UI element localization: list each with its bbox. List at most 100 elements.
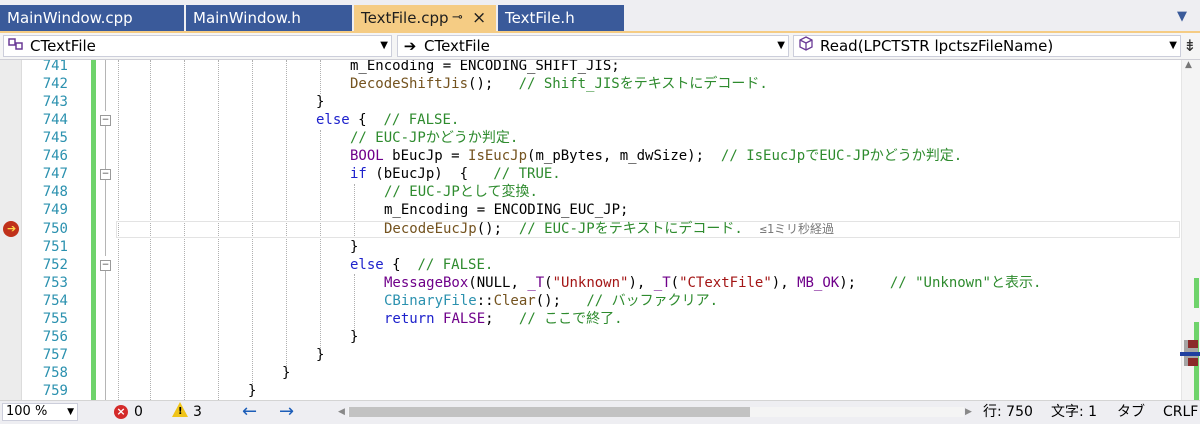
navigate-forward-icon[interactable]: →: [279, 401, 294, 423]
function-name: DecodeEucJp: [384, 221, 477, 237]
string-literal: "CTextFile": [679, 275, 772, 291]
tab-mainwindow-cpp[interactable]: MainWindow.cpp: [0, 5, 184, 31]
tab-textfile-cpp[interactable]: TextFile.cpp ⊸ ×: [354, 5, 496, 31]
outline-line: [105, 126, 106, 256]
function-name: DecodeShiftJis: [350, 76, 469, 92]
scroll-left-icon[interactable]: ◀: [338, 401, 345, 423]
change-tracking-bar: [91, 60, 96, 400]
code-line-749[interactable]: m_Encoding = ENCODING_EUC_JP;: [384, 201, 628, 219]
code-text: {: [349, 112, 384, 128]
keyword: if: [350, 166, 367, 182]
code-line-742[interactable]: DecodeShiftJis(); // Shift_JISをテキストにデコード…: [350, 75, 768, 93]
scroll-up-icon[interactable]: ▲: [1185, 60, 1192, 70]
arrow-right-icon: ➔: [403, 37, 417, 55]
scope-dropdown[interactable]: ➔ CTextFile ▼: [397, 35, 789, 57]
vertical-scrollbar[interactable]: ▲: [1180, 60, 1200, 400]
line-number: 753: [42, 275, 68, 291]
code-line-748[interactable]: // EUC-JPとして変換.: [384, 183, 538, 201]
line-number: 755: [42, 311, 68, 327]
line-ending[interactable]: CRLF: [1163, 401, 1198, 423]
code-line-757[interactable]: }: [316, 346, 324, 364]
code-line-752[interactable]: else { // FALSE.: [350, 256, 493, 274]
line-number: 741: [42, 60, 68, 74]
macro: _T: [653, 275, 671, 291]
code-comment: // バッファクリア.: [586, 293, 719, 309]
breakpoint-marker: [1188, 358, 1198, 366]
code-text: }: [350, 329, 359, 345]
code-line-745[interactable]: // EUC-JPかどうか判定.: [350, 129, 518, 147]
code-comment: // Shift_JISをテキストにデコード.: [518, 76, 768, 92]
code-line-754[interactable]: CBinaryFile::Clear(); // バッファクリア.: [384, 292, 718, 310]
line-number: 756: [42, 329, 68, 345]
code-comment: // ここで終了.: [518, 311, 623, 327]
code-text: bEucJp =: [383, 148, 469, 164]
collapse-icon[interactable]: −: [100, 115, 111, 126]
line-number: 747: [42, 166, 68, 182]
code-line-753[interactable]: MessageBox(NULL, _T("Unknown"), _T("CTex…: [384, 274, 1041, 292]
editor-status-bar: 100 % ▼ × 0 ! 3 ← → ◀ ▶ 行: 750 文字: 1 タブ …: [0, 400, 1200, 424]
collapse-icon[interactable]: −: [100, 260, 111, 271]
code-line-759[interactable]: }: [248, 382, 256, 400]
split-icon[interactable]: ⇟: [1182, 37, 1198, 55]
breakpoint-marker: [1188, 340, 1198, 348]
code-text: }: [350, 239, 359, 255]
horizontal-scrollbar-thumb[interactable]: [349, 407, 750, 417]
method-cube-icon: [798, 36, 814, 56]
close-icon[interactable]: ×: [472, 5, 486, 31]
indent-guide: [354, 274, 355, 330]
zoom-dropdown[interactable]: 100 % ▼: [2, 403, 78, 421]
line-indicator[interactable]: 行: 750: [983, 401, 1033, 423]
tab-overflow-dropdown-icon[interactable]: ▼: [1174, 7, 1190, 27]
macro: BOOL: [350, 148, 384, 164]
indent-guide: [320, 60, 321, 94]
code-text: (: [544, 275, 553, 291]
string-literal: "Unknown": [552, 275, 629, 291]
line-number: 751: [42, 239, 68, 255]
code-line-747[interactable]: if (bEucJp) { // TRUE.: [350, 165, 561, 183]
function-name: Clear: [493, 293, 536, 309]
code-editor[interactable]: ➔ 741 742 743 744 745 746 747 748 749 75…: [0, 60, 1200, 400]
function-name: IsEucJp: [468, 148, 528, 164]
error-icon[interactable]: ×: [114, 405, 128, 419]
code-text: (m_pBytes, m_dwSize);: [527, 148, 721, 164]
warning-exclamation: !: [178, 406, 183, 417]
warning-count[interactable]: 3: [193, 401, 202, 423]
code-line-743[interactable]: }: [316, 93, 324, 111]
line-number: 744: [42, 112, 68, 128]
zoom-level: 100 %: [6, 404, 48, 419]
code-line-744[interactable]: else { // FALSE.: [316, 111, 459, 129]
collapse-icon[interactable]: −: [100, 169, 111, 180]
code-text: ::: [476, 293, 494, 309]
code-text: ();: [468, 76, 519, 92]
member-dropdown[interactable]: Read(LPCTSTR lpctszFileName) ▼: [793, 35, 1181, 57]
pin-icon[interactable]: ⊸: [452, 5, 463, 31]
perf-tip[interactable]: ≤1ミリ秒経過: [760, 222, 834, 236]
indent-mode[interactable]: タブ: [1117, 401, 1145, 423]
indicator-margin[interactable]: ➔: [0, 60, 22, 400]
code-text: ;: [485, 311, 519, 327]
code-line-750[interactable]: DecodeEucJp(); // EUC-JPをテキストにデコード. ≤1ミリ…: [384, 220, 834, 238]
error-count[interactable]: 0: [134, 401, 143, 423]
navigate-back-icon[interactable]: ←: [242, 401, 257, 423]
tab-label: MainWindow.cpp: [7, 9, 133, 27]
current-statement-breakpoint-icon[interactable]: ➔: [3, 221, 19, 237]
navigation-bar: CTextFile ▼ ➔ CTextFile ▼ Read(LPCTSTR l…: [0, 33, 1200, 60]
tab-mainwindow-h[interactable]: MainWindow.h: [186, 5, 352, 31]
line-number: 754: [42, 293, 68, 309]
column-indicator[interactable]: 文字: 1: [1051, 401, 1097, 423]
code-text: }: [316, 347, 325, 363]
member-label: Read(LPCTSTR lpctszFileName): [820, 37, 1054, 55]
macro: MessageBox: [384, 275, 469, 291]
scroll-right-icon[interactable]: ▶: [965, 401, 972, 423]
code-line-746[interactable]: BOOL bEucJp = IsEucJp(m_pBytes, m_dwSize…: [350, 147, 962, 165]
code-line-758[interactable]: }: [282, 364, 290, 382]
class-icon: [8, 36, 24, 56]
code-line-751[interactable]: }: [350, 238, 358, 256]
code-line-756[interactable]: }: [350, 328, 358, 346]
project-dropdown[interactable]: CTextFile ▼: [3, 35, 392, 57]
code-line-741[interactable]: m_Encoding = ENCODING_SHIFT_JIS;: [350, 60, 620, 75]
tab-textfile-h[interactable]: TextFile.h: [498, 5, 624, 31]
code-text: ),: [628, 275, 654, 291]
code-text: m_Encoding = ENCODING_SHIFT_JIS;: [350, 60, 620, 74]
code-line-755[interactable]: return FALSE; // ここで終了.: [384, 310, 623, 328]
